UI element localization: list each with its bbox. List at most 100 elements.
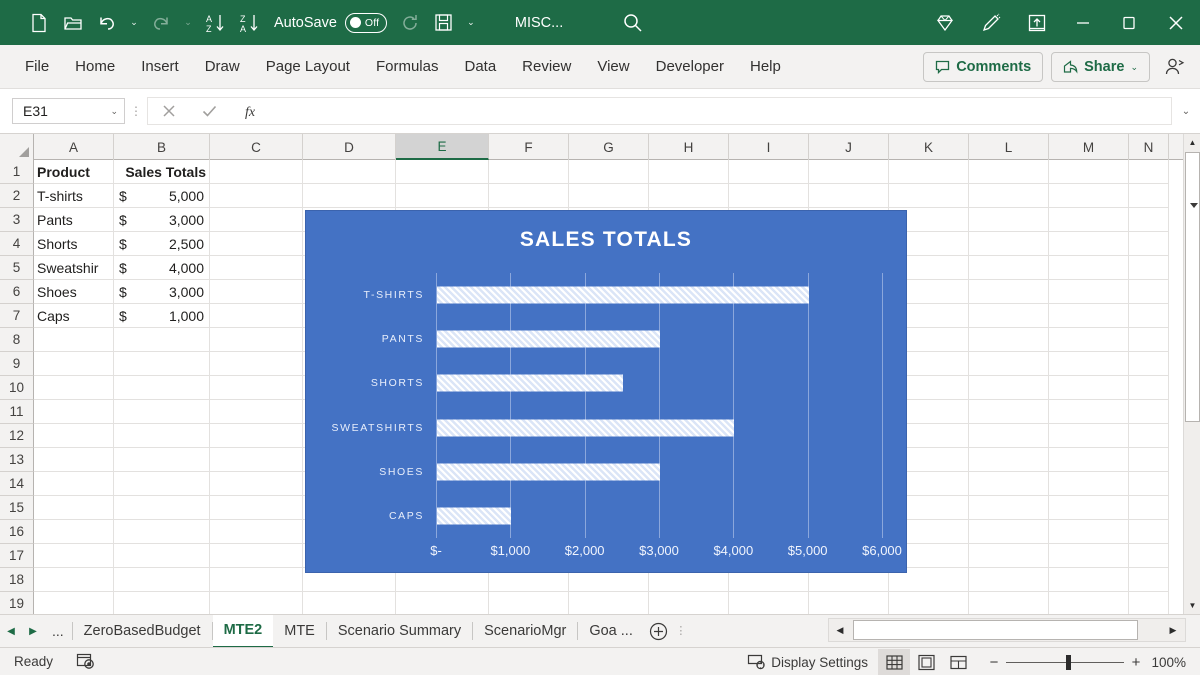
cell-M14[interactable] [1049,472,1129,496]
tab-home[interactable]: Home [62,48,128,86]
cell-J1[interactable] [809,160,889,184]
next-sheet-arrow[interactable]: ▶ [22,615,44,648]
cell-N9[interactable] [1129,352,1169,376]
chart-bar[interactable] [437,463,660,480]
cell-G1[interactable] [569,160,649,184]
zoom-slider[interactable] [1006,650,1124,674]
cell-A4[interactable]: Shorts [34,232,114,256]
cell-N15[interactable] [1129,496,1169,520]
column-header-j[interactable]: J [809,134,889,160]
row-header-9[interactable]: 9 [0,352,34,376]
cell-B12[interactable] [114,424,210,448]
cell-C18[interactable] [210,568,303,592]
record-macro-icon[interactable] [71,650,101,674]
cell-L5[interactable] [969,256,1049,280]
cell-B19[interactable] [114,592,210,614]
undo-dropdown-caret-icon[interactable]: ⌄ [124,7,144,39]
cell-B5[interactable]: $4,000 [114,256,210,280]
column-header-a[interactable]: A [34,134,114,160]
cell-C9[interactable] [210,352,303,376]
scroll-left-arrow[interactable]: ◀ [829,619,851,641]
cell-C14[interactable] [210,472,303,496]
row-header-17[interactable]: 17 [0,544,34,568]
display-settings-button[interactable]: Display Settings [737,654,878,671]
cell-E2[interactable] [396,184,489,208]
cell-C8[interactable] [210,328,303,352]
cell-C16[interactable] [210,520,303,544]
cell-M7[interactable] [1049,304,1129,328]
row-header-1[interactable]: 1 [0,160,34,184]
cell-N14[interactable] [1129,472,1169,496]
sort-ascending-icon[interactable]: AZ [198,7,232,39]
sheet-tab-mte2[interactable]: MTE2 [213,615,274,648]
column-header-b[interactable]: B [114,134,210,160]
cell-L13[interactable] [969,448,1049,472]
sheet-tab-goal[interactable]: Goa ... [578,615,644,648]
cell-E1[interactable] [396,160,489,184]
cell-L6[interactable] [969,280,1049,304]
cell-L3[interactable] [969,208,1049,232]
cell-A1[interactable]: Product [34,160,114,184]
chart-bar[interactable] [437,287,809,304]
cell-A7[interactable]: Caps [34,304,114,328]
cell-N10[interactable] [1129,376,1169,400]
cell-F2[interactable] [489,184,569,208]
new-file-icon[interactable] [22,7,56,39]
page-break-view-button[interactable] [942,649,974,675]
cell-N17[interactable] [1129,544,1169,568]
cell-A15[interactable] [34,496,114,520]
row-header-8[interactable]: 8 [0,328,34,352]
cell-A2[interactable]: T-shirts [34,184,114,208]
cell-A14[interactable] [34,472,114,496]
cell-L12[interactable] [969,424,1049,448]
cell-M3[interactable] [1049,208,1129,232]
tab-split-grip[interactable]: ⋮ [674,615,688,648]
undo-icon[interactable] [90,7,124,39]
close-icon[interactable] [1152,0,1200,45]
cell-N16[interactable] [1129,520,1169,544]
name-box[interactable]: E31 ⌄ [12,98,125,124]
cell-M6[interactable] [1049,280,1129,304]
cell-C11[interactable] [210,400,303,424]
scroll-up-arrow[interactable]: ▲ [1184,134,1200,151]
sheet-overflow-indicator[interactable]: ... [44,615,72,648]
chart-bar[interactable] [437,507,511,524]
cell-C1[interactable] [210,160,303,184]
comments-button[interactable]: Comments [923,52,1043,82]
column-header-c[interactable]: C [210,134,303,160]
confirm-check-icon[interactable] [189,97,230,125]
cell-C4[interactable] [210,232,303,256]
expand-formula-bar-icon[interactable]: ⌄ [1172,97,1200,125]
cell-A8[interactable] [34,328,114,352]
cell-K1[interactable] [889,160,969,184]
open-folder-icon[interactable] [56,7,90,39]
cell-D19[interactable] [303,592,396,614]
cell-M9[interactable] [1049,352,1129,376]
cell-B8[interactable] [114,328,210,352]
zoom-slider-handle[interactable] [1066,655,1071,670]
cell-K19[interactable] [889,592,969,614]
cell-L17[interactable] [969,544,1049,568]
refresh-icon[interactable] [393,7,427,39]
column-header-k[interactable]: K [889,134,969,160]
cell-M16[interactable] [1049,520,1129,544]
cell-M11[interactable] [1049,400,1129,424]
cell-M1[interactable] [1049,160,1129,184]
cancel-x-icon[interactable] [148,97,189,125]
cell-M15[interactable] [1049,496,1129,520]
cell-A5[interactable]: Sweatshir [34,256,114,280]
cell-M12[interactable] [1049,424,1129,448]
tab-view[interactable]: View [584,48,642,86]
cell-N11[interactable] [1129,400,1169,424]
cell-C3[interactable] [210,208,303,232]
cell-M8[interactable] [1049,328,1129,352]
zoom-percent-label[interactable]: 100% [1148,655,1200,670]
tab-help[interactable]: Help [737,48,794,86]
cell-H1[interactable] [649,160,729,184]
cell-N7[interactable] [1129,304,1169,328]
cell-B16[interactable] [114,520,210,544]
row-header-7[interactable]: 7 [0,304,34,328]
cell-L14[interactable] [969,472,1049,496]
chart-bar[interactable] [437,375,623,392]
cell-B15[interactable] [114,496,210,520]
